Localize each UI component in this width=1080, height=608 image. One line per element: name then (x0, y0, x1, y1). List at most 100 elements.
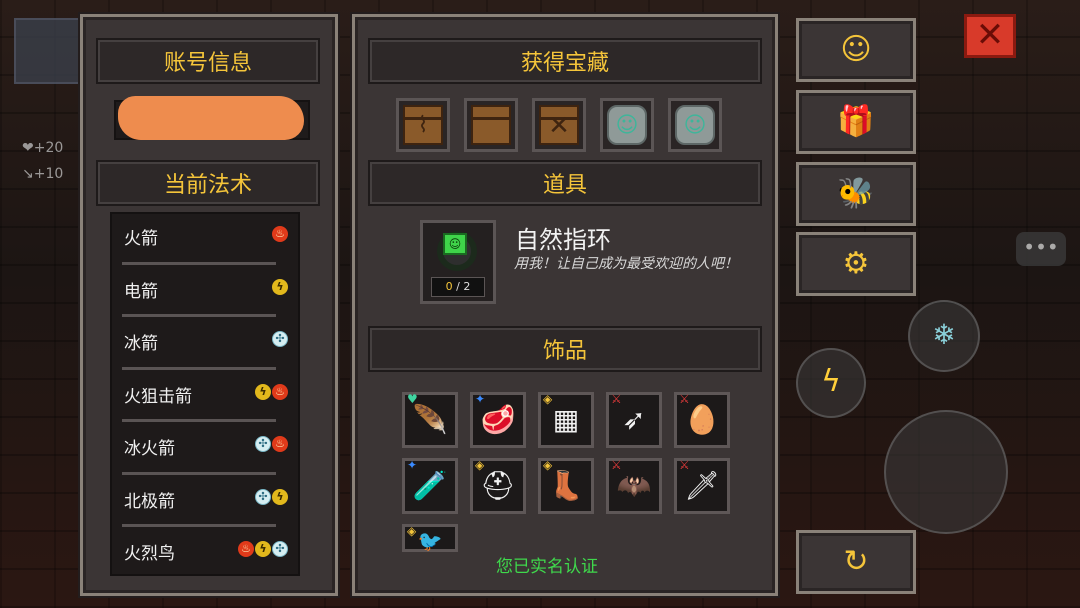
ice-element-icon: ✣ (272, 331, 288, 347)
item-name: 自然指环 (515, 226, 611, 254)
spell-element-icons: ✣ (272, 331, 288, 347)
chest-map-icon (403, 105, 443, 145)
spell-name: 冰箭 (124, 334, 158, 354)
account-title: 账号信息 (96, 38, 320, 84)
spell-name: 冰火箭 (124, 439, 175, 459)
item-description: 用我！让自己成为最受欢迎的人吧！ (514, 256, 738, 272)
chat-icon[interactable]: ••• (1016, 232, 1066, 266)
row-divider (122, 261, 276, 265)
spell-name: 火箭 (124, 229, 158, 249)
accessory-badge-icon: ⚔ (679, 392, 690, 406)
realname-status: 您已实名认证 (496, 557, 598, 577)
spell-row[interactable]: 电箭 ϟ (112, 267, 298, 320)
refresh-icon: ↻ (843, 544, 869, 579)
customer-service-button[interactable]: ☺ (796, 18, 916, 82)
bottle-icon[interactable]: 🧪 ✦ (402, 458, 458, 514)
cloak-icon[interactable]: 🦇 ⚔ (606, 458, 662, 514)
spell-row[interactable]: 冰火箭 ✣ ♨ (112, 424, 298, 477)
chest-icon (471, 105, 511, 145)
spell-element-icons: ϟ ♨ (255, 383, 288, 400)
treasure-slot[interactable] (532, 98, 586, 152)
treasure-slot[interactable] (396, 98, 450, 152)
redacted-account-id (118, 96, 304, 140)
bird-icon[interactable]: 🐦 ◈ (402, 524, 458, 553)
row-divider (122, 524, 276, 527)
hp-stat: ❤+20 (22, 140, 64, 156)
feather-icon[interactable]: 🪶 ♥ (402, 392, 458, 448)
chest-x-icon (539, 105, 579, 145)
stone-tablet-icon: ☺ (607, 105, 647, 145)
item-count: 0 / 2 (431, 277, 485, 297)
accessory-badge-icon: ✦ (475, 392, 486, 406)
thunder-element-icon: ϟ (255, 541, 271, 557)
item-section-title: 道具 (368, 160, 762, 206)
ice-element-icon: ✣ (255, 436, 271, 452)
ice-element-icon: ✣ (272, 541, 288, 557)
spell-element-icons: ♨ (272, 226, 288, 242)
bee-icon: 🐝 (837, 176, 875, 211)
spell-row[interactable]: 北极箭 ✣ ϟ (112, 477, 298, 530)
spell-name: 北极箭 (124, 491, 175, 512)
spell-row[interactable]: 火箭 ♨ (112, 214, 298, 267)
accessory-badge-icon: ◈ (407, 524, 417, 538)
accessory-badge-icon: ⚔ (611, 458, 622, 472)
spell-element-icons: ϟ (272, 278, 288, 295)
atk-stat: ↘+10 (22, 166, 64, 182)
settings-button[interactable]: ⚙ (796, 232, 916, 296)
accessory-badge-icon: ⚔ (611, 392, 622, 406)
accessory-badge-icon: ⚔ (679, 458, 690, 472)
ice-element-icon: ✣ (255, 488, 271, 505)
treasure-title: 获得宝藏 (368, 38, 762, 84)
claw-icon[interactable]: 🗡 ⚔ (674, 458, 730, 514)
boot-icon[interactable]: 👢 ◈ (538, 458, 594, 514)
thunder-element-icon: ϟ (272, 488, 288, 505)
egg-icon[interactable]: 🥚 ⚔ (674, 392, 730, 448)
stone-tablet-icon: ☺ (675, 105, 715, 145)
spell-element-icons: ✣ ϟ (255, 488, 288, 505)
treasure-slot[interactable]: ☺ (600, 98, 654, 152)
bee-button[interactable]: 🐝 (796, 162, 916, 226)
spell-name: 火狙击箭 (124, 386, 192, 407)
minimap-thumbnail (14, 18, 80, 84)
fire-element-icon: ♨ (238, 541, 254, 557)
spells-title: 当前法术 (96, 160, 320, 206)
accessory-badge-icon: ◈ (475, 458, 485, 472)
row-divider (122, 471, 276, 475)
thunder-element-icon: ϟ (255, 383, 271, 400)
joystick[interactable] (884, 410, 1008, 534)
lightning-icon[interactable]: ϟ (796, 348, 866, 418)
gear-icon: ⚙ (842, 246, 870, 281)
treasure-slot[interactable]: ☺ (668, 98, 722, 152)
meat-icon[interactable]: 🥩 ✦ (470, 392, 526, 448)
row-divider (122, 366, 276, 370)
refresh-button[interactable]: ↻ (796, 530, 916, 594)
fire-element-icon: ♨ (272, 436, 288, 452)
spell-row[interactable]: 火烈鸟 ♨ ϟ ✣ (112, 529, 298, 574)
thunder-element-icon: ϟ (272, 278, 288, 295)
row-divider (122, 419, 276, 422)
accessory-badge-icon: ✦ (407, 458, 418, 472)
fire-element-icon: ♨ (272, 226, 288, 242)
spell-row[interactable]: 冰箭 ✣ (112, 319, 298, 372)
chip-icon[interactable]: ▦ ◈ (538, 392, 594, 448)
spell-name: 电箭 (124, 281, 158, 302)
row-divider (122, 314, 276, 317)
accessory-badge-icon: ♥ (407, 392, 418, 406)
accessory-badge-icon: ◈ (543, 458, 553, 472)
spell-row[interactable]: 火狙击箭 ϟ ♨ (112, 372, 298, 425)
dagger-icon[interactable]: ➶ ⚔ (606, 392, 662, 448)
accessory-badge-icon: ◈ (543, 392, 553, 406)
treasure-slot[interactable] (464, 98, 518, 152)
spell-element-icons: ♨ ϟ ✣ (238, 541, 288, 557)
spell-list[interactable]: 火箭 ♨ 电箭 ϟ 冰箭 ✣ 火狙击箭 ϟ ♨ 冰火箭 ✣ ♨ 北极箭 ✣ ϟ 火烈鸟 ♨ ϟ ✣ (110, 212, 300, 576)
helmet-icon[interactable]: ⛑ ◈ (470, 458, 526, 514)
snowflake-icon[interactable]: ❄ (908, 300, 980, 372)
item-slot[interactable]: ☺ 0 / 2 (420, 220, 496, 304)
spell-element-icons: ✣ ♨ (255, 436, 288, 452)
nature-gem-icon: ☺ (443, 233, 467, 255)
close-button[interactable]: ✕ (964, 14, 1016, 58)
headset-icon: ☺ (840, 32, 872, 67)
gift-button[interactable]: 🎁 (796, 90, 916, 154)
spell-name: 火烈鸟 (124, 544, 175, 564)
accessories-title: 饰品 (368, 326, 762, 372)
